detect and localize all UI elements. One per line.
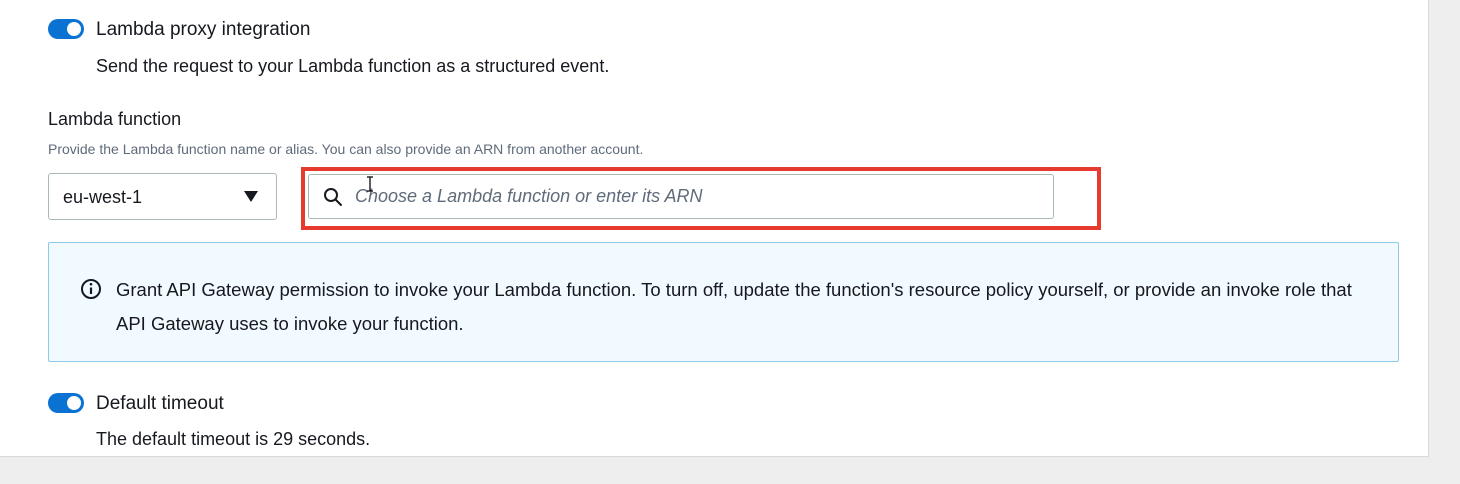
- default-timeout-label: Default timeout: [96, 393, 224, 414]
- lambda-function-description: Provide the Lambda function name or alia…: [48, 141, 644, 157]
- lambda-proxy-integration-description: Send the request to your Lambda function…: [96, 56, 610, 76]
- permission-info-alert: Grant API Gateway permission to invoke y…: [48, 242, 1399, 362]
- highlight-annotation: [301, 167, 1101, 230]
- toggle-knob: [67, 22, 81, 36]
- permission-info-text: Grant API Gateway permission to invoke y…: [116, 279, 1352, 334]
- lambda-proxy-integration-toggle[interactable]: [48, 19, 84, 39]
- caret-down-icon: [244, 191, 258, 202]
- default-timeout-description: The default timeout is 29 seconds.: [96, 429, 371, 449]
- default-timeout-toggle[interactable]: [48, 393, 84, 413]
- integration-settings-panel: Lambda proxy integration Send the reques…: [0, 0, 1429, 457]
- lambda-proxy-integration-label: Lambda proxy integration: [96, 19, 311, 40]
- toggle-knob: [67, 396, 81, 410]
- region-select-value: eu-west-1: [63, 187, 143, 207]
- lambda-function-label: Lambda function: [48, 109, 182, 129]
- info-icon: [81, 279, 101, 299]
- region-select[interactable]: eu-west-1: [48, 173, 277, 220]
